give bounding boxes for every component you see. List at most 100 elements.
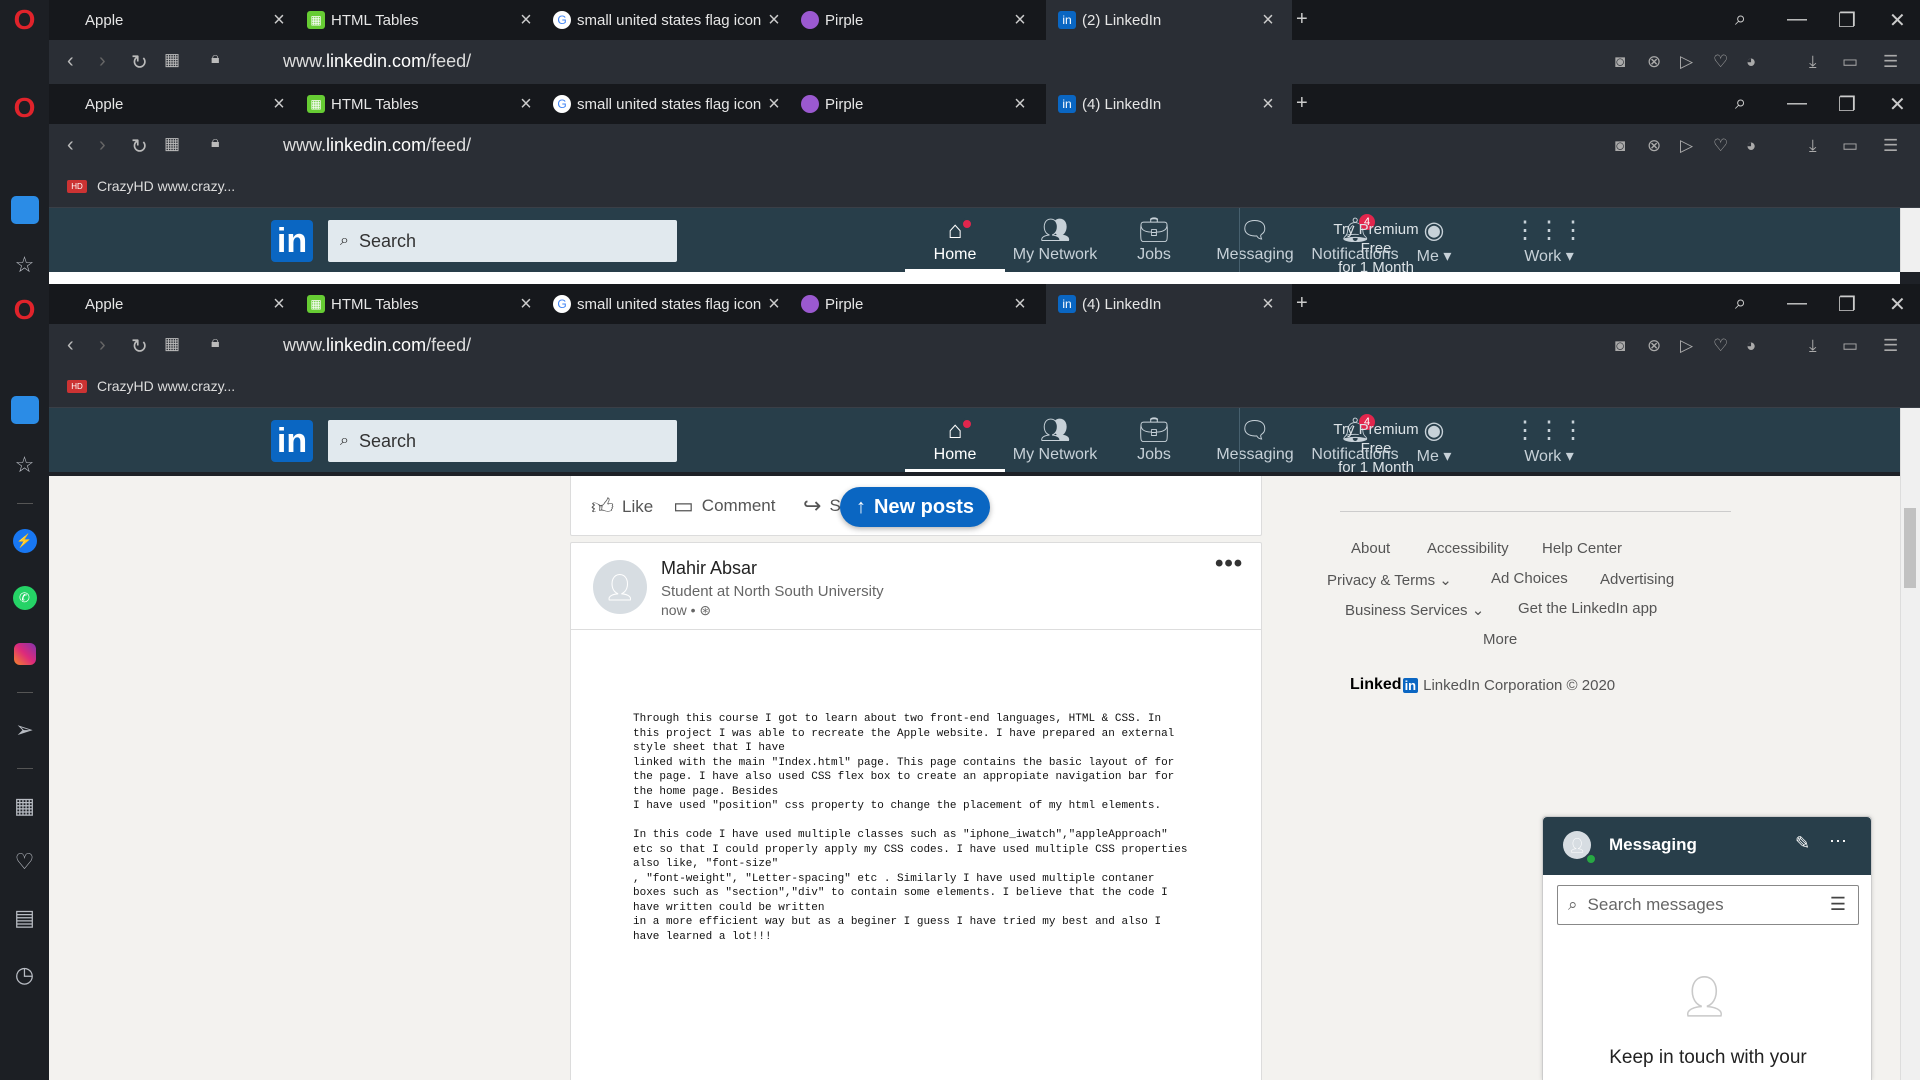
news-icon[interactable]: ▤	[0, 898, 49, 938]
footer-get-app[interactable]: Get the LinkedIn app	[1518, 600, 1657, 617]
nav-jobs[interactable]: 💼︎ Jobs	[1104, 416, 1204, 472]
linkedin-logo[interactable]: in	[271, 220, 313, 262]
download-icon[interactable]: ⤓	[1809, 52, 1817, 72]
battery-saver-icon[interactable]: ▭	[1842, 336, 1858, 356]
url-field[interactable]: www.linkedin.com/feed/	[283, 335, 471, 356]
scrollbar[interactable]	[1900, 408, 1920, 1080]
bookmark-crazyhd[interactable]: HD CrazyHD www.crazy...	[67, 178, 235, 194]
nav-work[interactable]: ⋮⋮⋮ Work ▾	[1499, 216, 1599, 272]
tab-html-tables[interactable]: ▦ HTML Tables	[307, 0, 507, 40]
nav-home[interactable]: ⌂ Home	[905, 216, 1005, 272]
send-icon[interactable]: ▷	[1680, 52, 1693, 72]
close-icon[interactable]: ×	[269, 94, 289, 114]
reload-icon[interactable]: ↻	[131, 50, 148, 75]
window-close-icon[interactable]: ✕	[1889, 92, 1906, 117]
nav-jobs[interactable]: 💼︎ Jobs	[1104, 216, 1204, 272]
nav-home[interactable]: ⌂ Home	[905, 416, 1005, 472]
forward-icon[interactable]: ›	[99, 50, 106, 73]
easy-setup-icon[interactable]: ☰	[1883, 136, 1898, 156]
close-icon[interactable]: ×	[1010, 10, 1030, 30]
tab-apple[interactable]: Apple	[61, 284, 261, 324]
tab-apple[interactable]: Apple	[61, 0, 261, 40]
tab-google[interactable]: Gsmall united states flag icon	[553, 0, 763, 40]
tab-apple[interactable]: Apple	[61, 84, 261, 124]
download-icon[interactable]: ⤓	[1809, 336, 1817, 356]
footer-advertising[interactable]: Advertising	[1600, 571, 1674, 588]
nav-my-network[interactable]: 👥︎ My Network	[1005, 416, 1105, 472]
close-icon[interactable]: ×	[516, 10, 536, 30]
extension-icon[interactable]: ◕	[1746, 336, 1756, 356]
footer-about[interactable]: About	[1351, 540, 1390, 557]
footer-accessibility[interactable]: Accessibility	[1427, 540, 1509, 557]
close-icon[interactable]: ×	[516, 294, 536, 314]
footer-business-services[interactable]: Business Services ⌄	[1345, 601, 1484, 619]
adblock-icon[interactable]: ⊗	[1647, 136, 1661, 156]
premium-link[interactable]: Try Premium Free for 1 Month	[1321, 420, 1431, 477]
new-tab-icon[interactable]: +	[1296, 292, 1308, 315]
heart-icon[interactable]: ♡	[1713, 336, 1728, 356]
nav-messaging[interactable]: 🗨︎ Messaging	[1205, 216, 1305, 272]
history-clock-icon[interactable]: ◷	[0, 955, 49, 995]
adblock-icon[interactable]: ⊗	[1647, 52, 1661, 72]
footer-more[interactable]: More	[1483, 631, 1517, 648]
snapshot-camera-icon[interactable]: ◙	[1615, 52, 1625, 72]
tab-linkedin[interactable]: in (4) LinkedIn	[1046, 284, 1292, 324]
post-author-avatar[interactable]: 👤︎	[593, 560, 647, 614]
minimize-icon[interactable]: —	[1787, 292, 1807, 315]
footer-help-center[interactable]: Help Center	[1542, 540, 1622, 557]
tab-pirple[interactable]: Pirple	[801, 0, 1001, 40]
minimize-icon[interactable]: —	[1787, 92, 1807, 115]
messaging-search-input[interactable]: ⌕ Search messages ☰	[1557, 885, 1859, 925]
nav-work[interactable]: ⋮⋮⋮ Work ▾	[1499, 416, 1599, 472]
send-icon[interactable]: ▷	[1680, 336, 1693, 356]
close-icon[interactable]: ×	[1258, 10, 1278, 30]
tabs-grid-icon[interactable]: ▦	[164, 50, 180, 70]
send-icon[interactable]: ▷	[1680, 136, 1693, 156]
easy-setup-icon[interactable]: ☰	[1883, 336, 1898, 356]
close-icon[interactable]: ×	[764, 294, 784, 314]
scrollbar-thumb[interactable]	[1904, 508, 1916, 588]
like-button[interactable]: 👍︎ Like	[591, 493, 653, 520]
nav-messaging[interactable]: 🗨︎ Messaging	[1205, 416, 1305, 472]
tab-google[interactable]: Gsmall united states flag icon	[553, 284, 763, 324]
restore-icon[interactable]: ❐	[1838, 92, 1856, 117]
tabs-grid-icon[interactable]: ▦	[164, 334, 180, 354]
download-icon[interactable]: ⤓	[1809, 136, 1817, 156]
workspaces-grid-icon[interactable]: ▦	[0, 786, 49, 826]
messenger-icon[interactable]: ⚡	[0, 521, 49, 561]
back-icon[interactable]: ‹	[67, 334, 74, 357]
bookmarks-star-icon[interactable]: ☆	[0, 245, 49, 285]
heart-icon[interactable]: ♡	[1713, 52, 1728, 72]
adblock-icon[interactable]: ⊗	[1647, 336, 1661, 356]
tab-pirple[interactable]: Pirple	[801, 84, 1001, 124]
footer-privacy-terms[interactable]: Privacy & Terms ⌄	[1327, 571, 1452, 589]
close-icon[interactable]: ×	[1258, 94, 1278, 114]
url-field[interactable]: www.linkedin.com/feed/	[283, 135, 471, 156]
linkedin-logo[interactable]: in	[271, 420, 313, 462]
comment-button[interactable]: ▭ Comment	[673, 493, 775, 519]
window-close-icon[interactable]: ✕	[1889, 8, 1906, 33]
snapshot-camera-icon[interactable]: ◙	[1615, 136, 1625, 156]
battery-saver-icon[interactable]: ▭	[1842, 52, 1858, 72]
extension-icon[interactable]: ◕	[1746, 52, 1756, 72]
scrollbar[interactable]	[1900, 208, 1920, 272]
messaging-header[interactable]: 👤︎ Messaging ✎ ⋯	[1543, 817, 1871, 875]
tab-linkedin[interactable]: in (2) LinkedIn	[1046, 0, 1292, 40]
battery-saver-icon[interactable]: ▭	[1842, 136, 1858, 156]
flow-send-icon[interactable]: ➢	[0, 710, 49, 750]
tab-linkedin[interactable]: in (4) LinkedIn	[1046, 84, 1292, 124]
close-icon[interactable]: ×	[764, 10, 784, 30]
new-tab-icon[interactable]: +	[1296, 92, 1308, 115]
close-icon[interactable]: ×	[764, 94, 784, 114]
search-input[interactable]: ⌕ Search	[328, 420, 677, 462]
extension-icon[interactable]: ◕	[1746, 136, 1756, 156]
close-icon[interactable]: ×	[1010, 94, 1030, 114]
post-author-name[interactable]: Mahir Absar	[661, 558, 757, 579]
instagram-icon[interactable]	[0, 634, 49, 674]
close-icon[interactable]: ×	[1258, 294, 1278, 314]
tabs-grid-icon[interactable]: ▦	[164, 134, 180, 154]
reload-icon[interactable]: ↻	[131, 334, 148, 359]
bookmarks-star-icon[interactable]: ☆	[0, 445, 49, 485]
nav-my-network[interactable]: 👥︎ My Network	[1005, 216, 1105, 272]
opera-logo-icon[interactable]: O	[0, 88, 49, 128]
